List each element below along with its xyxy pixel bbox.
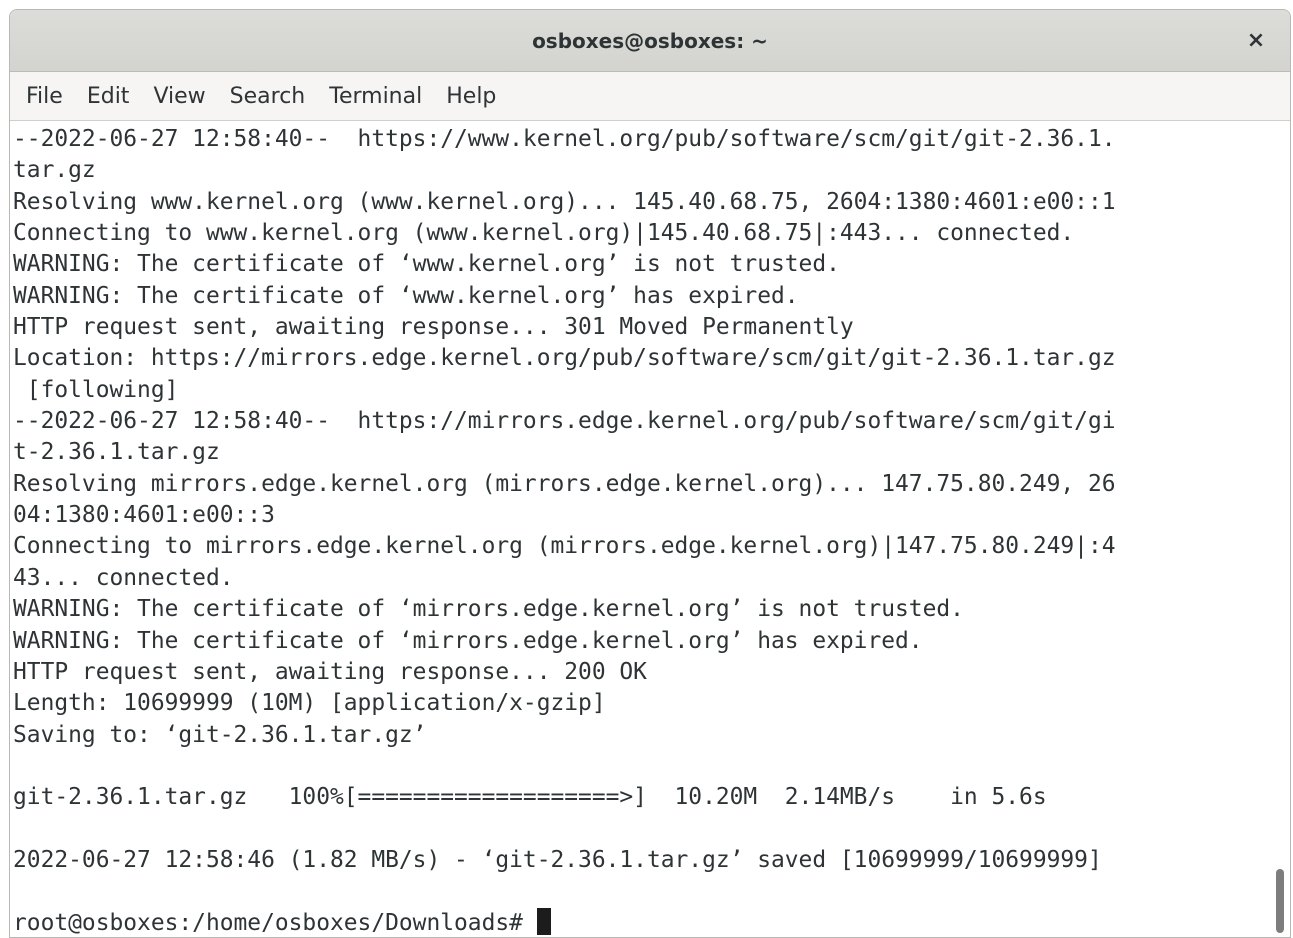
close-icon[interactable]: ×: [1242, 27, 1270, 55]
scrollbar[interactable]: [1276, 125, 1284, 933]
menu-edit[interactable]: Edit: [75, 80, 142, 113]
menu-file[interactable]: File: [14, 80, 75, 113]
terminal-line: Length: 10699999 (10M) [application/x-gz…: [13, 690, 606, 717]
terminal-line: Connecting to mirrors.edge.kernel.org (m…: [13, 533, 1116, 560]
text-cursor: [536, 907, 551, 935]
prompt-line[interactable]: root@osboxes:/home/osboxes/Downloads#: [13, 907, 1290, 937]
terminal-line: t-2.36.1.tar.gz: [13, 439, 220, 466]
menu-view[interactable]: View: [141, 80, 217, 113]
terminal-line: 04:1380:4601:e00::3: [13, 502, 275, 529]
terminal-line: HTTP request sent, awaiting response... …: [13, 658, 647, 685]
terminal-line: Resolving mirrors.edge.kernel.org (mirro…: [13, 470, 1116, 497]
menu-terminal[interactable]: Terminal: [317, 80, 434, 113]
menu-help[interactable]: Help: [434, 80, 508, 113]
terminal-window: osboxes@osboxes: ~ × File Edit View Sear…: [9, 9, 1291, 938]
terminal-line: 43... connected.: [13, 564, 234, 591]
terminal-line: [following]: [13, 376, 179, 403]
terminal-line: tar.gz: [13, 157, 96, 184]
scrollbar-thumb[interactable]: [1276, 869, 1284, 933]
window-title: osboxes@osboxes: ~: [532, 29, 768, 53]
terminal-line: WARNING: The certificate of ‘mirrors.edg…: [13, 596, 964, 623]
menu-bar: File Edit View Search Terminal Help: [10, 72, 1290, 121]
terminal-output[interactable]: --2022-06-27 12:58:40-- https://www.kern…: [10, 121, 1290, 937]
terminal-line: WARNING: The certificate of ‘www.kernel.…: [13, 251, 840, 278]
terminal-line: WARNING: The certificate of ‘mirrors.edg…: [13, 627, 923, 654]
terminal-line: git-2.36.1.tar.gz 100%[=================…: [13, 784, 1047, 811]
menu-search[interactable]: Search: [218, 80, 318, 113]
terminal-line: Connecting to www.kernel.org (www.kernel…: [13, 220, 1075, 247]
terminal-line: Saving to: ‘git-2.36.1.tar.gz’: [13, 721, 427, 748]
terminal-line: --2022-06-27 12:58:40-- https://www.kern…: [13, 126, 1116, 152]
title-bar[interactable]: osboxes@osboxes: ~ ×: [10, 10, 1290, 72]
terminal-line: 2022-06-27 12:58:46 (1.82 MB/s) - ‘git-2…: [13, 846, 1102, 873]
terminal-line: HTTP request sent, awaiting response... …: [13, 314, 854, 341]
shell-prompt: root@osboxes:/home/osboxes/Downloads#: [13, 909, 537, 936]
terminal-line: Location: https://mirrors.edge.kernel.or…: [13, 345, 1116, 372]
terminal-line: WARNING: The certificate of ‘www.kernel.…: [13, 282, 799, 309]
terminal-line: Resolving www.kernel.org (www.kernel.org…: [13, 188, 1116, 215]
terminal-line: --2022-06-27 12:58:40-- https://mirrors.…: [13, 408, 1116, 435]
